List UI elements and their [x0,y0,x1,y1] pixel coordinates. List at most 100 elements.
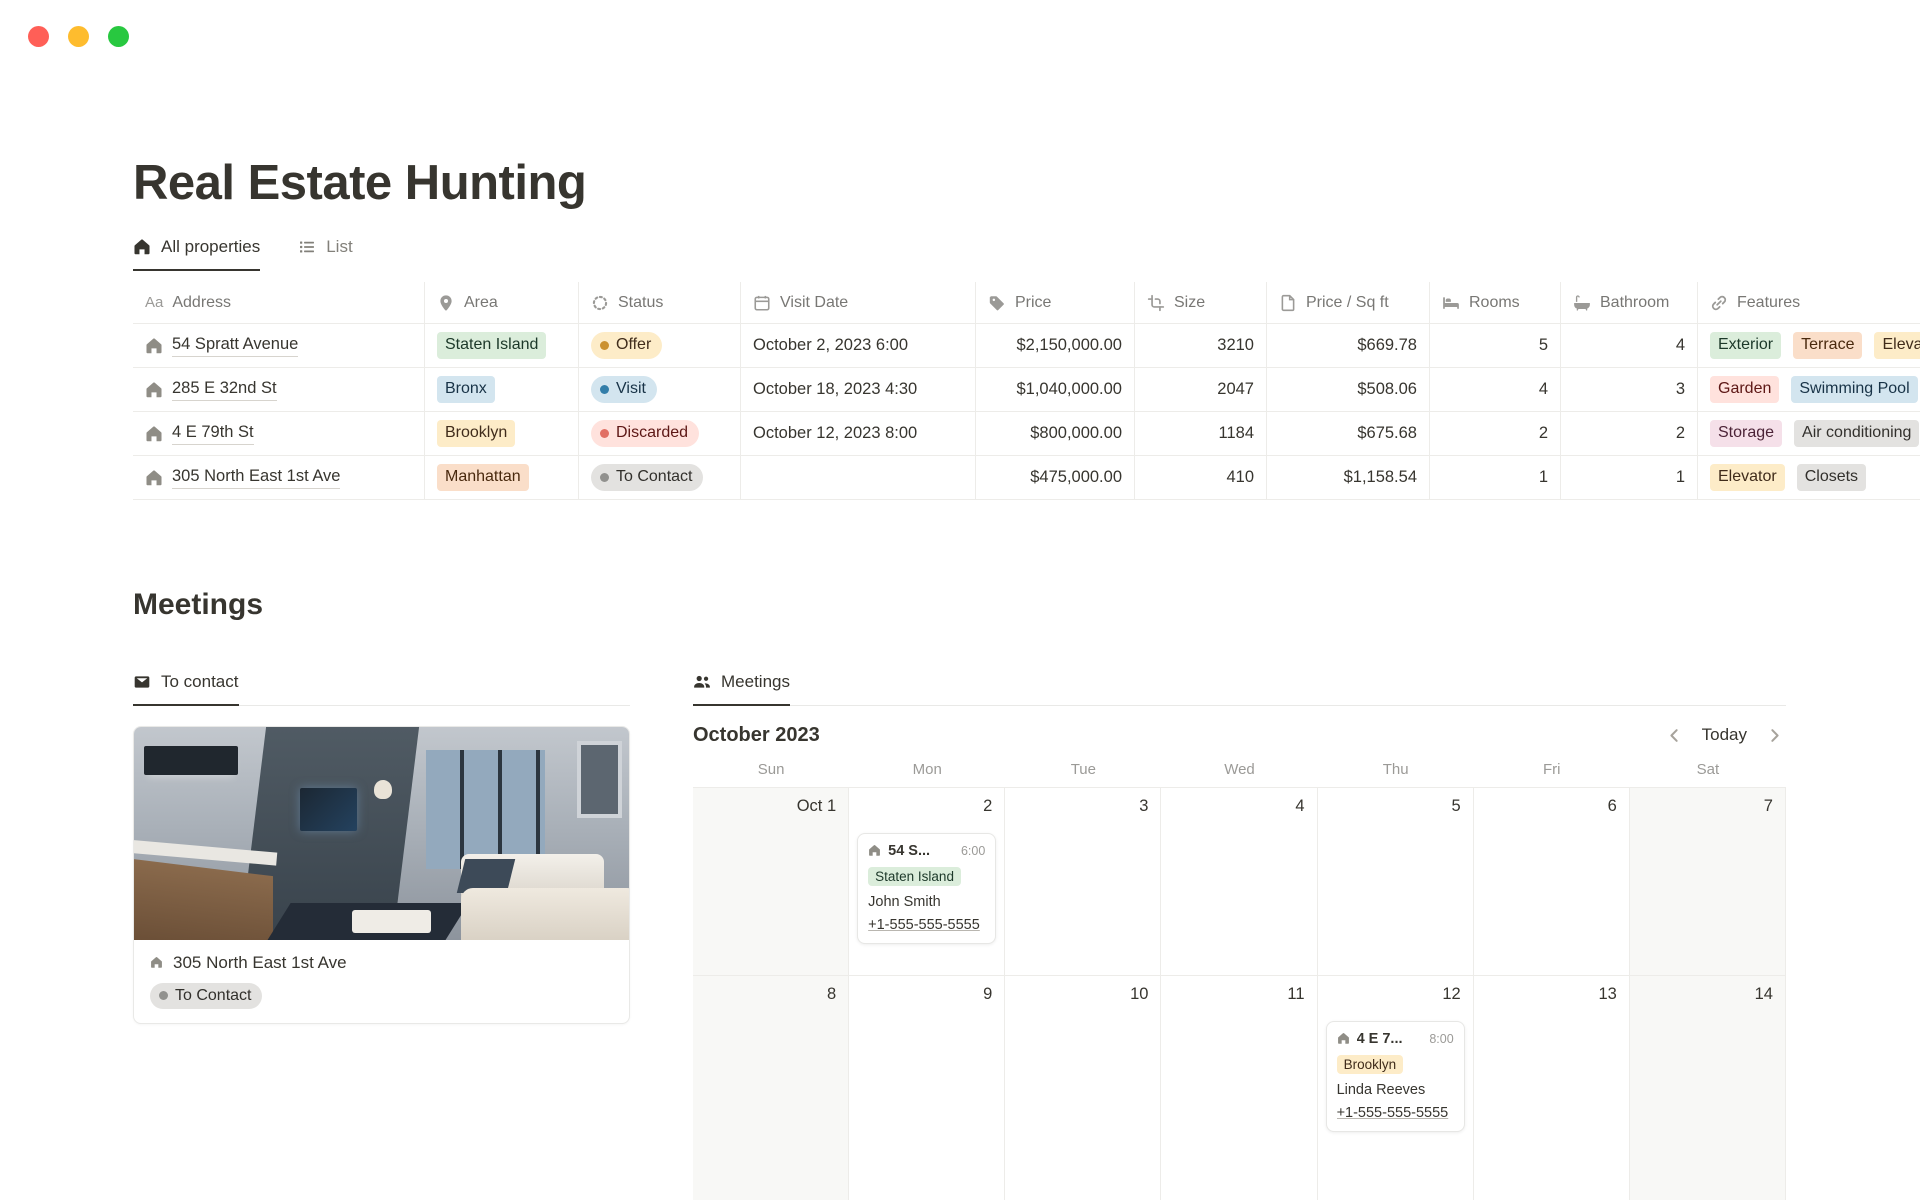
area-cell[interactable]: Manhattan [425,456,579,500]
visit-date-cell[interactable]: October 18, 2023 4:30 [741,368,976,412]
prev-month-button[interactable] [1665,726,1684,745]
status-cell[interactable]: To Contact [579,456,741,500]
calendar-cell[interactable]: 4 [1161,788,1317,976]
column-header-price[interactable]: Price [976,282,1135,324]
calendar-cell[interactable]: 3 [1005,788,1161,976]
price-sqft-cell[interactable]: $1,158.54 [1267,456,1430,500]
calendar-month-label: October 2023 [693,724,820,747]
address-cell[interactable]: 305 North East 1st Ave [133,456,425,500]
calendar-cell[interactable]: Oct 1 [693,788,849,976]
photo-shape [144,746,238,776]
event-time: 6:00 [961,844,985,858]
rooms-cell[interactable]: 4 [1430,368,1561,412]
calendar-event-card[interactable]: 54 S...6:00Staten IslandJohn Smith+1-555… [857,833,996,944]
address-link[interactable]: 4 E 79th St [172,422,254,444]
price-sqft-cell[interactable]: $675.68 [1267,412,1430,456]
column-header-size[interactable]: Size [1135,282,1267,324]
status-cell[interactable]: Offer [579,324,741,368]
calendar-date: 7 [1764,797,1773,816]
price-cell[interactable]: $800,000.00 [976,412,1135,456]
column-header-status[interactable]: Status [579,282,741,324]
calendar-cell[interactable]: 8 [693,976,849,1200]
calendar-cell[interactable]: 254 S...6:00Staten IslandJohn Smith+1-55… [849,788,1005,976]
event-phone-link[interactable]: +1-555-555-5555 [868,917,985,933]
calendar-cell[interactable]: 11 [1161,976,1317,1200]
photo-shape [374,780,392,799]
price-sqft-cell[interactable]: $669.78 [1267,324,1430,368]
rooms-cell[interactable]: 1 [1430,456,1561,500]
visit-date-cell[interactable]: October 2, 2023 6:00 [741,324,976,368]
size-cell[interactable]: 3210 [1135,324,1267,368]
bathroom-cell[interactable]: 3 [1561,368,1698,412]
bathroom-cell[interactable]: 2 [1561,412,1698,456]
address-cell[interactable]: 4 E 79th St [133,412,425,456]
tab-all-properties[interactable]: All properties [133,237,260,271]
price-sqft-cell[interactable]: $508.06 [1267,368,1430,412]
status-cell[interactable]: Discarded [579,412,741,456]
status-cell[interactable]: Visit [579,368,741,412]
column-header-features[interactable]: Features [1698,282,1920,324]
calendar-grid: Oct 1254 S...6:00Staten IslandJohn Smith… [693,787,1786,1200]
gallery-card-address[interactable]: 305 North East 1st Ave [150,953,613,973]
size-cell[interactable]: 410 [1135,456,1267,500]
area-cell[interactable]: Brooklyn [425,412,579,456]
calendar-cell[interactable]: 5 [1318,788,1474,976]
area-cell[interactable]: Staten Island [425,324,579,368]
address-cell[interactable]: 54 Spratt Avenue [133,324,425,368]
rooms-cell[interactable]: 5 [1430,324,1561,368]
size-cell[interactable]: 2047 [1135,368,1267,412]
today-button[interactable]: Today [1702,725,1747,745]
bathroom-cell[interactable]: 4 [1561,324,1698,368]
column-header-area[interactable]: Area [425,282,579,324]
tab-label: To contact [161,672,239,692]
calendar-cell[interactable]: 14 [1630,976,1786,1200]
column-header-bathroom[interactable]: Bathroom [1561,282,1698,324]
window-controls [28,26,129,47]
column-header-visit-date[interactable]: Visit Date [741,282,976,324]
calendar-event-card[interactable]: 4 E 7...8:00BrooklynLinda Reeves+1-555-5… [1326,1021,1465,1132]
size-cell[interactable]: 1184 [1135,412,1267,456]
feature-tag: Terrace [1793,332,1862,359]
visit-date-cell[interactable] [741,456,976,500]
price-cell[interactable]: $1,040,000.00 [976,368,1135,412]
column-header-rooms[interactable]: Rooms [1430,282,1561,324]
cell-value: $1,040,000.00 [1016,380,1122,399]
tab-meetings[interactable]: Meetings [693,672,790,706]
calendar-cell[interactable]: 13 [1474,976,1630,1200]
calendar-cell[interactable]: 7 [1630,788,1786,976]
calendar-cell[interactable]: 124 E 7...8:00BrooklynLinda Reeves+1-555… [1318,976,1474,1200]
price-cell[interactable]: $475,000.00 [976,456,1135,500]
status-pill: Offer [591,332,662,359]
features-cell[interactable]: ExteriorTerraceElevator [1698,324,1920,368]
address-cell[interactable]: 285 E 32nd St [133,368,425,412]
row-home-icon [145,381,163,399]
price-cell[interactable]: $2,150,000.00 [976,324,1135,368]
event-phone-link[interactable]: +1-555-555-5555 [1337,1105,1454,1121]
column-header-address[interactable]: AaAddress [133,282,425,324]
features-cell[interactable]: StorageAir conditioning [1698,412,1920,456]
cell-value: 4 [1539,380,1548,399]
tab-list[interactable]: List [298,237,352,271]
home-icon [150,956,163,969]
calendar-cell[interactable]: 9 [849,976,1005,1200]
area-cell[interactable]: Bronx [425,368,579,412]
calendar-cell[interactable]: 10 [1005,976,1161,1200]
address-link[interactable]: 285 E 32nd St [172,378,277,400]
calendar-cell[interactable]: 6 [1474,788,1630,976]
rooms-cell[interactable]: 2 [1430,412,1561,456]
size-icon [1147,294,1165,312]
column-header-price-sq-ft[interactable]: Price / Sq ft [1267,282,1430,324]
features-cell[interactable]: ElevatorClosets [1698,456,1920,500]
visit-date-text: October 12, 2023 8:00 [753,424,917,443]
features-cell[interactable]: GardenSwimming Pool [1698,368,1920,412]
visit-date-cell[interactable]: October 12, 2023 8:00 [741,412,976,456]
close-button[interactable] [28,26,49,47]
tab-to-contact[interactable]: To contact [133,672,239,706]
zoom-button[interactable] [108,26,129,47]
address-link[interactable]: 54 Spratt Avenue [172,334,298,356]
minimize-button[interactable] [68,26,89,47]
bathroom-cell[interactable]: 1 [1561,456,1698,500]
next-month-button[interactable] [1765,726,1784,745]
address-link[interactable]: 305 North East 1st Ave [172,466,340,488]
gallery-card[interactable]: 305 North East 1st Ave To Contact [133,726,630,1025]
